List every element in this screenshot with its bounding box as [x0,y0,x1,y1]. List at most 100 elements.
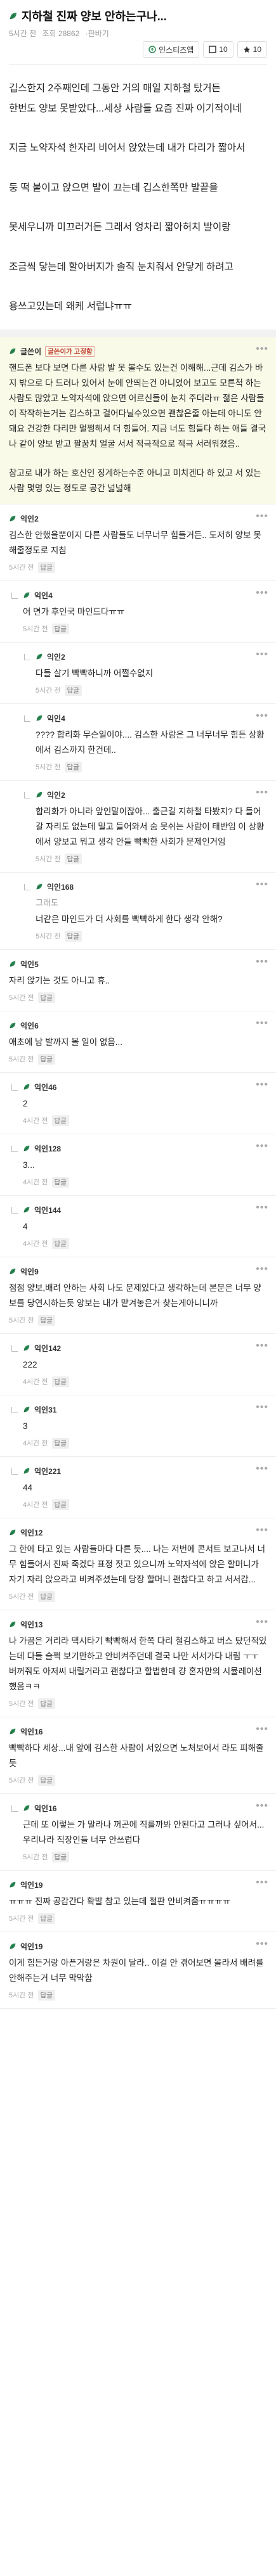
more-icon[interactable]: ••• [256,787,268,798]
reply-comment: 익인16 ••• 근데 또 이렇는 가 말라나 꺼곤에 직를까봐 안된다고 그러나 … [0,1794,276,1871]
more-icon[interactable]: ••• [256,1141,268,1152]
more-icon[interactable]: ••• [256,1079,268,1091]
reply-button[interactable]: 답글 [51,1115,69,1126]
scrap-icon [243,46,250,53]
reply-button[interactable]: 답글 [51,1851,69,1862]
comment-text: 어 면가 후인국 마인드다ㅠㅠ [23,605,267,620]
more-icon[interactable]: ••• [256,710,268,722]
reply-button[interactable]: 답글 [51,623,69,634]
comment-paragraph: 김스한 안했을뿐이지 다른 사람들도 너무너무 힘들거든.. 도저히 양보 못해… [9,530,261,555]
share-button[interactable]: 인스티즈앱 [143,41,200,58]
reply-arrow-icon [24,791,30,798]
comment-author: 익인5 [20,959,39,969]
comment-header: 익인144 [23,1205,267,1215]
reply-button[interactable]: 답글 [37,1053,55,1065]
comment-time: 5시간 전 [23,1854,48,1861]
more-icon[interactable]: ••• [256,1800,268,1812]
comment-text: 김스한 안했을뿐이지 다른 사람들도 너무너무 힘들거든.. 도저히 양보 못해… [9,528,267,558]
comment-footer: 5시간 전 답글 [9,1989,267,2001]
reply-arrow-icon [11,1406,18,1413]
comment-paragraph: 3... [23,1160,35,1170]
reply-button[interactable]: 답글 [51,1376,69,1387]
more-icon[interactable]: ••• [256,956,268,968]
body-paragraph: 깁스한지 2주째인데 그동안 거의 매일 지하철 탔거든 [9,83,221,94]
more-icon[interactable]: ••• [256,511,268,522]
reply-button[interactable]: 답글 [64,930,82,942]
reply-comment: 익인128 ••• 3... 4시간 전 답글 [0,1134,276,1196]
reply-button[interactable]: 답글 [51,1238,69,1249]
like-button[interactable]: 10 [203,41,233,58]
comment-author: 익인19 [20,1942,43,1951]
comment-footer: 5시간 전 답글 [9,1774,267,1786]
scrap-button[interactable]: 10 [237,41,267,58]
reply-button[interactable]: 답글 [37,992,55,1003]
comment-paragraph: 그 한에 타고 있는 사람들마다 다른 듯.... 나는 저번에 콘서트 보고나… [9,1544,266,1584]
reply-comment: 익인4 ••• 어 면가 후인국 마인드다ㅠㅠ 5시간 전 답글 [0,581,276,643]
more-icon[interactable]: ••• [256,1202,268,1214]
more-icon[interactable]: ••• [256,1018,268,1029]
reply-arrow-icon [11,1145,18,1152]
post-time: 5시간 전 [9,29,37,38]
comment-author: 익인4 [47,714,65,723]
reply-button[interactable]: 답글 [37,1591,55,1602]
more-icon[interactable]: ••• [256,1402,268,1413]
leaf-icon [23,1406,30,1413]
more-icon[interactable]: ••• [256,649,268,660]
reply-button[interactable]: 답글 [64,684,82,696]
reply-button[interactable]: 답글 [64,761,82,772]
more-icon[interactable]: ••• [256,879,268,890]
comment-footer: 4시간 전 답글 [23,1176,267,1188]
comment-time: 5시간 전 [9,1317,34,1324]
reply-comment: 익인4 ••• ???? 합리화 무슨일이야.... 김스한 사람은 그 너무너무 … [0,704,276,781]
comment-text: ???? 합리화 무슨일이야.... 김스한 사람은 그 너무너무 힘든 상황에… [36,727,267,758]
page: 지하철 진짜 양보 안하는구나... 5시간 전 조회 28862 ·판바기 인… [0,0,276,2576]
leaf-icon [10,1728,16,1734]
title-row: 지하철 진짜 양보 안하는구나... [9,8,267,24]
more-icon[interactable]: ••• [256,1724,268,1735]
comment-header: 익인4 [23,590,267,601]
comment: 익인12 ••• 그 한에 타고 있는 사람들마다 다른 듯.... 나는 저번에 … [0,1518,276,1610]
reply-button[interactable]: 답글 [37,1774,55,1786]
more-icon[interactable]: ••• [256,1340,268,1352]
comment: 익인19 ••• ㅠㅠㅠ 진짜 공감간다 확발 참고 있는데 철판 안비켜줌ㅠㅠㅠㅠ… [0,1871,276,1932]
more-icon[interactable]: ••• [256,1877,268,1888]
more-icon[interactable]: ••• [256,587,268,599]
reply-button[interactable]: 답글 [37,1314,55,1326]
more-icon[interactable]: ••• [256,1264,268,1275]
more-icon[interactable]: ••• [256,1617,268,1628]
comment-author: 익인46 [34,1082,57,1092]
more-icon[interactable]: ••• [256,1463,268,1475]
reply-button[interactable]: 답글 [37,1913,55,1924]
comment: 익인16 ••• 빡빡하다 세상...내 앞에 김스한 사람이 서있으면 노처보어서… [0,1717,276,1794]
leaf-icon [10,1268,16,1274]
comment-text: 4 [23,1219,267,1234]
leaf-icon [10,1022,16,1028]
body-paragraph: 한번도 양보 못받았다...세상 사람들 요즘 진짜 이기적이네 [9,103,242,114]
more-icon[interactable]: ••• [256,1525,268,1536]
comment-author: 익인2 [20,514,39,523]
comment-header: 익인6 [9,1020,267,1031]
reply-button[interactable]: 답글 [37,561,55,573]
leaf-icon [36,883,43,890]
leaf-icon [36,653,43,660]
leaf-icon [23,1805,30,1811]
reply-button[interactable]: 답글 [37,1989,55,2001]
more-icon[interactable]: ••• [256,343,268,355]
comment-footer: 5시간 전 답글 [36,684,267,696]
comment-paragraph: 4 [23,1221,28,1231]
comment-time: 5시간 전 [9,1915,34,1923]
leaf-icon [10,1529,16,1535]
comment-text: 3 [23,1419,267,1434]
comment-paragraph: 합리화가 아니라 앞인말이잖아... 출근길 지하철 타봤지? 다 들어갈 자리… [36,806,265,847]
more-icon[interactable]: ••• [256,1938,268,1950]
reply-button[interactable]: 답글 [64,853,82,864]
reply-button[interactable]: 답글 [51,1437,69,1449]
comment-paragraph: 애초에 남 발까지 볼 일이 없음... [9,1037,123,1047]
reply-button[interactable]: 답글 [37,1698,55,1709]
reply-comment: 익인2 ••• 다들 살기 빡빡하니까 어쩔수없지 5시간 전 답글 [0,643,276,704]
reply-button[interactable]: 답글 [51,1176,69,1188]
scrap-count: 10 [253,45,261,54]
reply-button[interactable]: 답글 [51,1499,69,1510]
